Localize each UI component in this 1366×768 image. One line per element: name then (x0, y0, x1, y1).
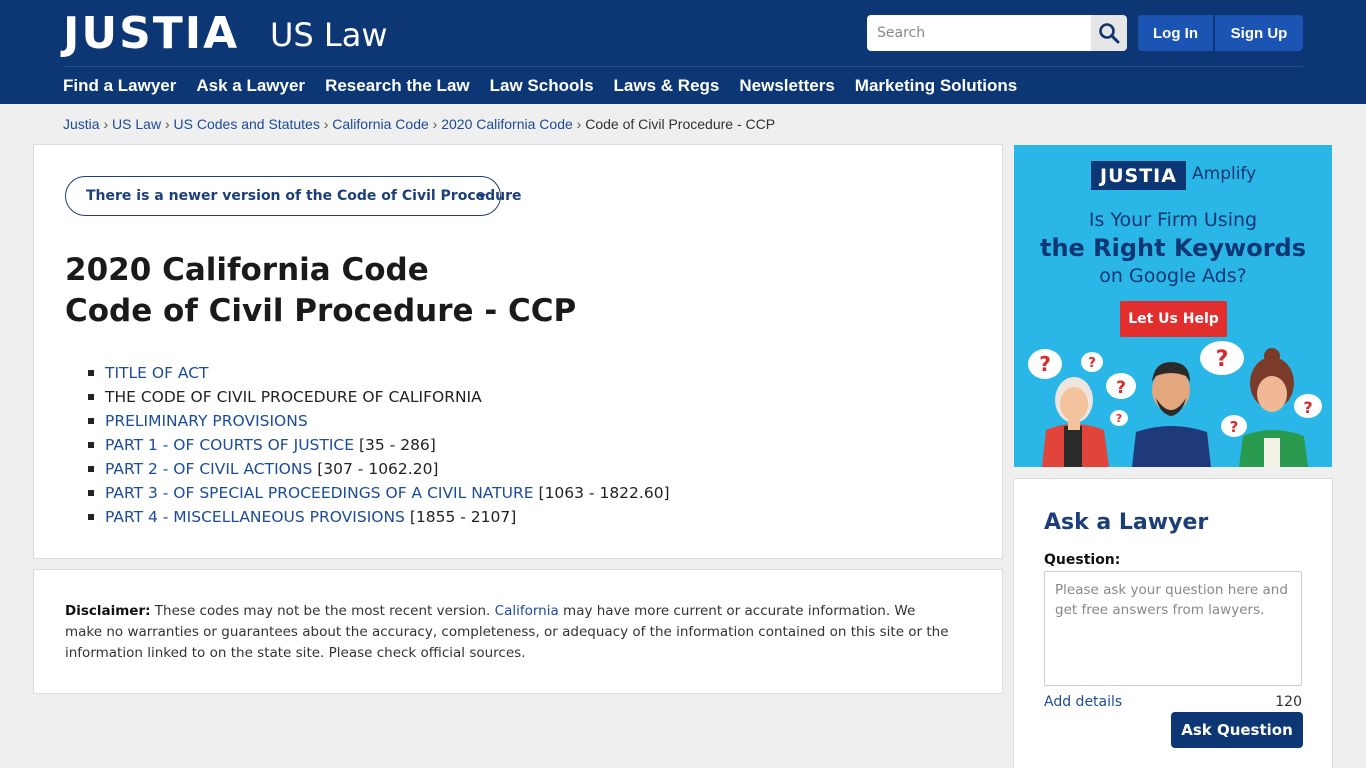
login-button[interactable]: Log In (1138, 15, 1213, 51)
nav-divider (63, 66, 1303, 67)
ask-a-lawyer-title: Ask a Lawyer (1044, 510, 1209, 535)
ad-illustration: ? ? ? ? ? ? ? (1028, 341, 1322, 467)
disclaimer-text: Disclaimer: These codes may not be the m… (65, 601, 955, 664)
svg-text:?: ? (1088, 356, 1096, 371)
search-input[interactable] (867, 15, 1091, 51)
disclaimer-panel: Disclaimer: These codes may not be the m… (33, 569, 1003, 694)
toc-link-part-4[interactable]: PART 4 - MISCELLANEOUS PROVISIONS (105, 508, 405, 526)
nav-newsletters[interactable]: Newsletters (739, 76, 834, 96)
breadcrumb-us-codes[interactable]: US Codes and Statutes (174, 116, 320, 132)
toc-item: PART 1 - OF COURTS OF JUSTICE [35 - 286] (88, 433, 670, 457)
svg-text:?: ? (1216, 347, 1229, 372)
question-label: Question: (1044, 552, 1121, 568)
breadcrumb-current: Code of Civil Procedure - CCP (585, 116, 776, 132)
breadcrumb-justia[interactable]: Justia (63, 116, 100, 132)
toc-item: THE CODE OF CIVIL PROCEDURE OF CALIFORNI… (88, 385, 670, 409)
svg-text:?: ? (1116, 412, 1122, 425)
search-icon (1099, 23, 1120, 44)
newer-version-dropdown[interactable]: There is a newer version of the Code of … (65, 176, 522, 216)
toc-link-part-3[interactable]: PART 3 - OF SPECIAL PROCEEDINGS OF A CIV… (105, 484, 534, 502)
disclaimer-text-before: These codes may not be the most recent v… (150, 603, 495, 619)
toc-range: [1063 - 1822.60] (538, 484, 670, 502)
nav-research-the-law[interactable]: Research the Law (325, 76, 470, 96)
california-link[interactable]: California (495, 603, 559, 619)
signup-button[interactable]: Sign Up (1215, 15, 1303, 51)
toc-link-part-1[interactable]: PART 1 - OF COURTS OF JUSTICE (105, 436, 354, 454)
breadcrumb-2020-california-code[interactable]: 2020 California Code (441, 116, 573, 132)
breadcrumb: Justia › US Law › US Codes and Statutes … (63, 116, 775, 132)
toc-item: TITLE OF ACT (88, 361, 670, 385)
ad-let-us-help-button[interactable]: Let Us Help (1120, 301, 1227, 337)
svg-text:?: ? (1230, 418, 1239, 436)
breadcrumb-separator: › (432, 116, 438, 132)
toc-link-title-of-act[interactable]: TITLE OF ACT (105, 364, 209, 382)
us-law-logo-text[interactable]: US Law (270, 17, 388, 53)
toc-text-code-of-civil-procedure: THE CODE OF CIVIL PROCEDURE OF CALIFORNI… (105, 388, 482, 406)
ad-justia-logo: JUSTIA (1091, 161, 1186, 190)
newer-version-label: There is a newer version of the Code of … (86, 188, 522, 204)
nav-find-a-lawyer[interactable]: Find a Lawyer (63, 76, 176, 96)
justia-amplify-ad[interactable]: JUSTIA Amplify Is Your Firm Using the Ri… (1014, 145, 1332, 467)
person-illustration (1132, 362, 1211, 467)
nav-laws-regs[interactable]: Laws & Regs (614, 76, 720, 96)
toc-range: [35 - 286] (358, 436, 436, 454)
disclaimer-label: Disclaimer: (65, 603, 151, 619)
add-details-link[interactable]: Add details (1044, 694, 1122, 710)
person-illustration (1042, 377, 1109, 467)
page-title: 2020 California Code Code of Civil Proce… (65, 250, 576, 332)
justia-logo[interactable]: JUSTIA (63, 10, 239, 58)
nav-ask-a-lawyer[interactable]: Ask a Lawyer (196, 76, 305, 96)
ad-headline-line3: on Google Ads? (1099, 265, 1247, 287)
site-header: JUSTIA US Law Log In Sign Up Find a Lawy… (0, 0, 1366, 104)
breadcrumb-separator: › (576, 116, 582, 132)
ad-headline-line1: Is Your Firm Using (1088, 209, 1258, 231)
search-button[interactable] (1091, 15, 1127, 51)
breadcrumb-us-law[interactable]: US Law (112, 116, 161, 132)
ask-a-lawyer-widget: Ask a Lawyer Question: Add details 120 A… (1013, 478, 1333, 768)
toc-item: PART 3 - OF SPECIAL PROCEEDINGS OF A CIV… (88, 481, 670, 505)
svg-text:?: ? (1303, 398, 1312, 417)
toc-link-part-2[interactable]: PART 2 - OF CIVIL ACTIONS (105, 460, 312, 478)
toc-item: PRELIMINARY PROVISIONS (88, 409, 670, 433)
toc-link-preliminary-provisions[interactable]: PRELIMINARY PROVISIONS (105, 412, 308, 430)
svg-text:?: ? (1039, 352, 1051, 376)
breadcrumb-separator: › (103, 116, 109, 132)
question-textarea[interactable] (1044, 571, 1302, 686)
toc-item: PART 4 - MISCELLANEOUS PROVISIONS [1855 … (88, 505, 670, 529)
toc-range: [1855 - 2107] (409, 508, 517, 526)
svg-text:?: ? (1116, 378, 1126, 398)
page-title-line2: Code of Civil Procedure - CCP (65, 293, 577, 329)
ask-question-button[interactable]: Ask Question (1171, 712, 1303, 748)
breadcrumb-separator: › (164, 116, 170, 132)
caret-down-icon (478, 194, 486, 199)
page-title-line1: 2020 California Code (65, 252, 429, 288)
ad-headline-line2: the Right Keywords (1039, 234, 1307, 262)
toc-item: PART 2 - OF CIVIL ACTIONS [307 - 1062.20… (88, 457, 670, 481)
table-of-contents: TITLE OF ACT THE CODE OF CIVIL PROCEDURE… (88, 361, 670, 529)
breadcrumb-separator: › (323, 116, 329, 132)
nav-law-schools[interactable]: Law Schools (490, 76, 594, 96)
code-panel: There is a newer version of the Code of … (33, 144, 1003, 559)
char-count: 120 (1275, 694, 1302, 710)
main-nav: Find a Lawyer Ask a Lawyer Research the … (63, 76, 1017, 96)
toc-range: [307 - 1062.20] (317, 460, 439, 478)
breadcrumb-california-code[interactable]: California Code (332, 116, 429, 132)
nav-marketing-solutions[interactable]: Marketing Solutions (855, 76, 1017, 96)
ad-amplify-text: Amplify (1192, 164, 1257, 184)
